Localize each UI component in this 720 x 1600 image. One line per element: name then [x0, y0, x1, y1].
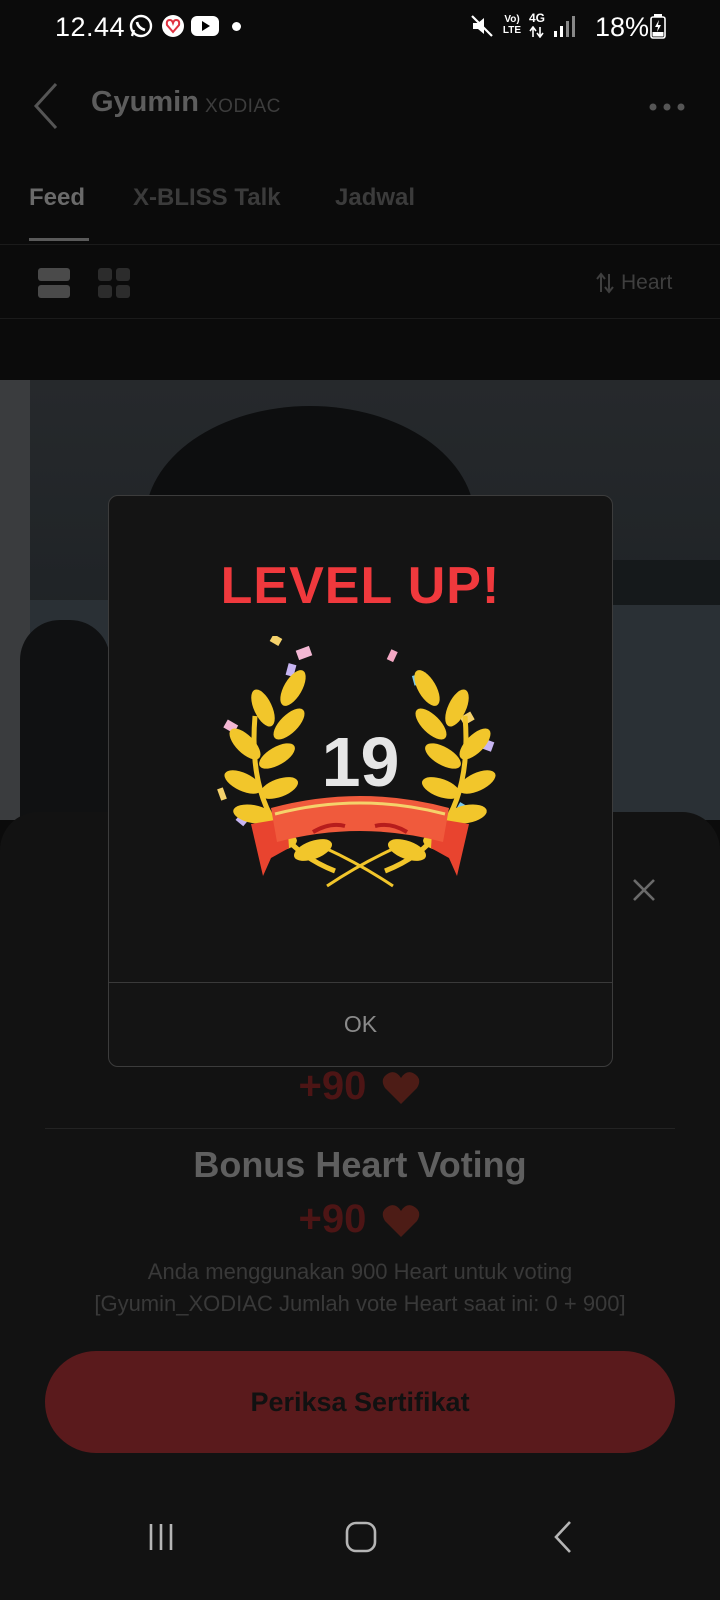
screen: 12.44 Vo) LTE 4G 18% Gyumin XODIAC Feed …	[0, 0, 720, 1600]
reward-amount-bottom: +90	[0, 1197, 720, 1242]
whatsapp-icon	[129, 14, 153, 38]
feed-toolbar: Heart	[0, 246, 720, 319]
tab-jadwal[interactable]: Jadwal	[335, 184, 415, 212]
more-dots-icon[interactable]	[648, 92, 688, 122]
close-icon[interactable]	[626, 872, 662, 908]
page-title: Gyumin	[91, 86, 199, 118]
back-arrow-icon[interactable]	[28, 78, 68, 134]
app-notification-icon	[162, 15, 184, 37]
nav-home-icon[interactable]	[336, 1512, 386, 1562]
status-time: 12.44	[55, 12, 126, 42]
level-number: 19	[321, 723, 400, 801]
sheet-description-line1: Anda menggunakan 900 Heart untuk voting	[147, 1259, 573, 1284]
sort-icon	[596, 272, 614, 294]
reward-value: +90	[298, 1197, 367, 1241]
status-bar: 12.44 Vo) LTE 4G 18%	[0, 0, 720, 54]
page-subtitle: XODIAC	[205, 96, 281, 117]
youtube-icon	[191, 16, 219, 36]
level-up-title: LEVEL UP!	[220, 557, 501, 615]
photo-person-shoulder	[20, 620, 110, 820]
sheet-divider	[45, 1128, 675, 1129]
check-certificate-button[interactable]: Periksa Sertifikat	[45, 1351, 675, 1453]
volte-indicator: Vo) LTE	[502, 14, 522, 36]
tab-bar: Feed X-BLISS Talk Jadwal	[0, 170, 720, 245]
mute-icon	[471, 15, 493, 37]
sheet-title: Bonus Heart Voting	[193, 1144, 527, 1185]
battery-percent: 18%	[595, 12, 650, 42]
sort-button[interactable]: Heart	[595, 268, 672, 298]
heart-icon	[383, 1072, 420, 1105]
grid-view-icon[interactable]	[97, 266, 131, 300]
reward-amount-top: +90	[0, 1064, 720, 1109]
heart-icon	[383, 1205, 420, 1238]
active-tab-indicator	[29, 238, 89, 241]
ok-button[interactable]: OK	[109, 983, 612, 1066]
reward-value: +90	[298, 1064, 367, 1108]
nav-back-icon[interactable]	[538, 1512, 588, 1562]
notification-dot	[232, 22, 241, 31]
data-arrows-icon	[529, 26, 544, 38]
app-header: Gyumin XODIAC	[0, 56, 720, 156]
signal-icon	[554, 16, 575, 37]
sheet-description-line2: [Gyumin_XODIAC Jumlah vote Heart saat in…	[94, 1291, 626, 1316]
tab-x-bliss-talk[interactable]: X-BLISS Talk	[133, 184, 281, 212]
tab-feed[interactable]: Feed	[29, 184, 85, 212]
battery-icon	[650, 14, 666, 39]
nav-recents-icon[interactable]	[136, 1512, 186, 1562]
system-nav-bar	[0, 1490, 720, 1600]
level-up-dialog: LEVEL UP! 19 OK	[108, 495, 613, 1067]
list-view-icon[interactable]	[37, 266, 71, 300]
4g-indicator: 4G	[529, 11, 546, 25]
sort-label: Heart	[621, 271, 673, 294]
